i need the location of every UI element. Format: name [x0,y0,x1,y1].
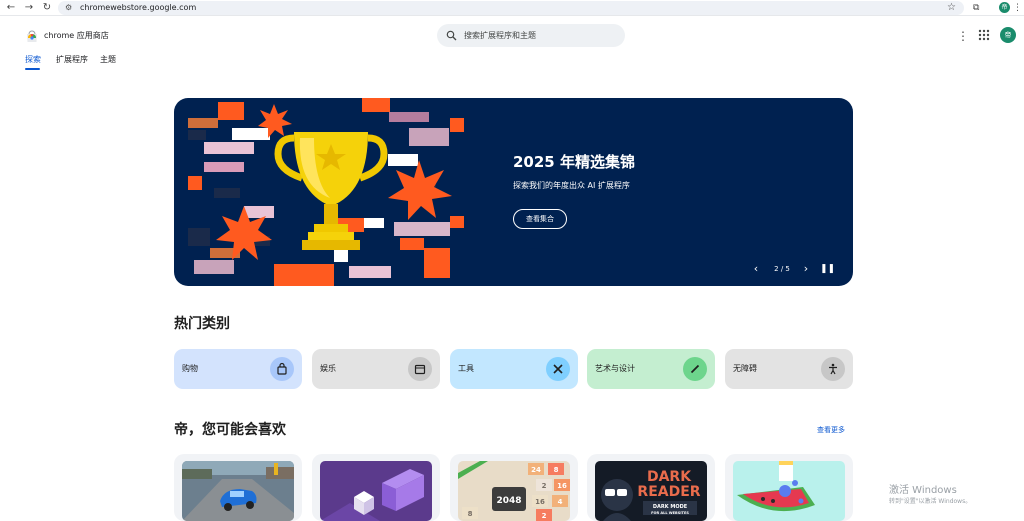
svg-text:8: 8 [468,510,473,518]
google-apps-icon[interactable] [978,29,990,41]
bookmark-star-icon[interactable]: ☆ [947,1,956,15]
address-url[interactable]: chromewebstore.google.com [80,1,196,15]
more-options-icon[interactable]: ⋮ [957,29,969,43]
search-icon [446,30,457,41]
dark-reader-title-2: READER [637,484,700,500]
windows-activation-title: 激活 Windows [889,485,957,496]
category-label: 无障碍 [733,364,757,373]
game-2048-label: 2048 [496,496,521,506]
svg-text:2: 2 [542,482,547,490]
svg-text:2: 2 [542,512,547,520]
category-tools[interactable]: 工具 [450,349,578,389]
popular-categories-title: 热门类别 [174,316,230,332]
category-label: 工具 [458,364,474,373]
category-label: 购物 [182,364,198,373]
pencil-icon [683,357,707,381]
chrome-web-store-logo[interactable] [25,29,39,43]
svg-text:16: 16 [535,498,545,506]
tab-themes[interactable]: 主题 [100,53,116,67]
account-avatar[interactable]: 帝 [1000,27,1016,43]
dark-reader-tagline-1: DARK MODE [653,504,688,510]
hero-subtitle: 探索我们的年度出众 AI 扩展程序 [513,181,630,190]
tab-extensions[interactable]: 扩展程序 [56,53,88,67]
watermelon-thumbnail [733,461,845,521]
category-accessibility[interactable]: 无障碍 [725,349,853,389]
accessibility-icon [821,357,845,381]
category-entertainment[interactable]: 娱乐 [312,349,440,389]
extension-card[interactable] [312,454,440,521]
extensions-puzzle-icon[interactable]: ⧉ [973,1,979,15]
store-brand-name[interactable]: chrome 应用商店 [44,29,109,43]
back-arrow-icon[interactable]: ← [4,1,18,15]
svg-text:16: 16 [557,482,567,490]
carousel-counter: 2 / 5 [774,265,790,273]
svg-text:8: 8 [554,466,559,474]
car-racing-thumbnail [182,461,294,521]
category-art-design[interactable]: 艺术与设计 [587,349,715,389]
purple-blocks-thumbnail [320,461,432,521]
category-label: 娱乐 [320,364,336,373]
hero-title: 2025 年精选集锦 [513,153,635,171]
address-bar[interactable]: ⚙ chromewebstore.google.com ☆ [58,1,964,15]
search-input[interactable]: 搜索扩展程序和主题 [437,24,625,47]
view-collection-button[interactable]: 查看集合 [513,209,567,229]
dark-reader-thumbnail: DARK READER DARK MODE FOR ALL WEBSITES [595,461,707,521]
pause-icon[interactable]: ❚❚ [820,262,835,276]
tools-icon [546,357,570,381]
browser-profile-avatar[interactable]: 帝 [999,2,1010,13]
extension-card[interactable]: 24 8 2 16 16 4 8 2 2048 [450,454,578,521]
calendar-icon [408,357,432,381]
game-2048-thumbnail: 24 8 2 16 16 4 8 2 2048 [458,461,570,521]
category-label: 艺术与设计 [595,364,635,373]
hero-carousel[interactable]: 2025 年精选集锦 探索我们的年度出众 AI 扩展程序 查看集合 ‹ 2 / … [174,98,853,286]
chevron-right-icon[interactable]: › [800,262,812,276]
active-tab-indicator [25,68,40,70]
extension-card[interactable]: DARK READER DARK MODE FOR ALL WEBSITES [587,454,715,521]
extension-card[interactable] [174,454,302,521]
extension-card[interactable] [725,454,853,521]
shopping-bag-icon [270,357,294,381]
recommendations-title: 帝，您可能会喜欢 [174,422,286,438]
tab-explore[interactable]: 探索 [25,53,41,67]
svg-text:4: 4 [558,498,563,506]
category-shopping[interactable]: 购物 [174,349,302,389]
dark-reader-tagline-2: FOR ALL WEBSITES [651,511,689,515]
trophy-illustration [188,98,464,286]
see-more-link[interactable]: 查看更多 [817,424,845,436]
dark-reader-title-1: DARK [647,469,692,485]
browser-menu-icon[interactable]: ⋮ [1013,1,1022,15]
browser-toolbar: ← → ↻ ⚙ chromewebstore.google.com ☆ ⧉ 帝 … [0,0,1024,16]
site-info-icon[interactable]: ⚙ [65,2,75,14]
svg-text:24: 24 [531,466,541,474]
windows-activation-hint: 转到"设置"以激活 Windows。 [889,498,972,505]
search-placeholder: 搜索扩展程序和主题 [464,31,536,40]
chevron-left-icon[interactable]: ‹ [750,262,762,276]
forward-arrow-icon[interactable]: → [22,1,36,15]
reload-icon[interactable]: ↻ [40,1,54,15]
